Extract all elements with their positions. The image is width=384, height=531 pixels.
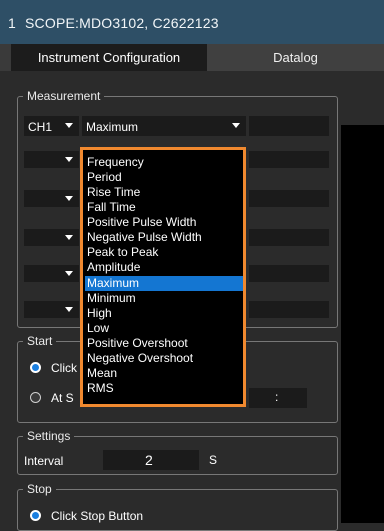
dropdown-item-negative-overshoot[interactable]: Negative Overshoot (85, 351, 243, 366)
tab-datalog[interactable]: Datalog (207, 44, 384, 71)
instrument-index: 1 (8, 15, 16, 31)
measurement-row-value-field (249, 190, 329, 207)
dropdown-item-low[interactable]: Low (85, 321, 243, 336)
dropdown-item-period[interactable]: Period (85, 170, 243, 185)
tab-bar: Instrument Configuration Datalog (0, 44, 384, 71)
dropdown-item-positive-pulse-width[interactable]: Positive Pulse Width (85, 215, 243, 230)
interval-unit: S (209, 453, 218, 467)
stop-click-radio[interactable] (30, 510, 41, 521)
dropdown-item-rise-time[interactable]: Rise Time (85, 185, 243, 200)
chevron-down-icon[interactable] (65, 307, 73, 312)
start-click-label: Click (51, 361, 77, 375)
start-time-separator: : (275, 390, 279, 404)
chevron-down-icon[interactable] (65, 196, 73, 201)
dropdown-item-high[interactable]: High (85, 306, 243, 321)
chevron-down-icon[interactable] (232, 123, 240, 128)
dropdown-item-minimum[interactable]: Minimum (85, 291, 243, 306)
dropdown-item-rms[interactable]: RMS (85, 381, 243, 396)
start-at-time-radio[interactable] (30, 392, 41, 403)
dropdown-item-negative-pulse-width[interactable]: Negative Pulse Width (85, 230, 243, 245)
instrument-name: SCOPE:MDO3102, C2622123 (25, 15, 219, 31)
measurement-row-value-field (249, 301, 329, 318)
measurement-group-label: Measurement (23, 89, 105, 103)
dropdown-item-frequency[interactable]: Frequency (85, 155, 243, 170)
chevron-down-icon[interactable] (65, 271, 73, 276)
dropdown-item-mean[interactable]: Mean (85, 366, 243, 381)
measurement-value-field (249, 116, 329, 136)
dropdown-item-peak-to-peak[interactable]: Peak to Peak (85, 245, 243, 260)
interval-label: Interval (24, 454, 64, 468)
measurement-row-value-field (249, 229, 329, 246)
chevron-down-icon[interactable] (65, 123, 73, 128)
channel-select-value: CH1 (28, 120, 53, 134)
stop-group-label: Stop (23, 482, 56, 496)
measurement-type-dropdown: Frequency Period Rise Time Fall Time Pos… (80, 147, 246, 407)
dropdown-item-amplitude[interactable]: Amplitude (85, 260, 243, 275)
dropdown-item-fall-time[interactable]: Fall Time (85, 200, 243, 215)
display-area (341, 125, 384, 523)
chevron-down-icon[interactable] (65, 157, 73, 162)
measurement-row-value-field (249, 265, 329, 282)
dropdown-item-positive-overshoot[interactable]: Positive Overshoot (85, 336, 243, 351)
measurement-row-value-field (249, 151, 329, 168)
window-titlebar: 1 SCOPE:MDO3102, C2622123 (0, 0, 384, 44)
dropdown-item-maximum[interactable]: Maximum (85, 276, 243, 291)
start-click-radio[interactable] (30, 362, 41, 373)
settings-group-label: Settings (23, 429, 75, 443)
measurement-type-value: Maximum (86, 120, 139, 134)
interval-value: 2 (145, 452, 153, 468)
stop-click-label: Click Stop Button (51, 509, 144, 523)
start-group-label: Start (23, 334, 57, 348)
tab-instrument-configuration[interactable]: Instrument Configuration (11, 44, 207, 71)
start-at-time-label: At S (51, 391, 74, 405)
chevron-down-icon[interactable] (65, 235, 73, 240)
